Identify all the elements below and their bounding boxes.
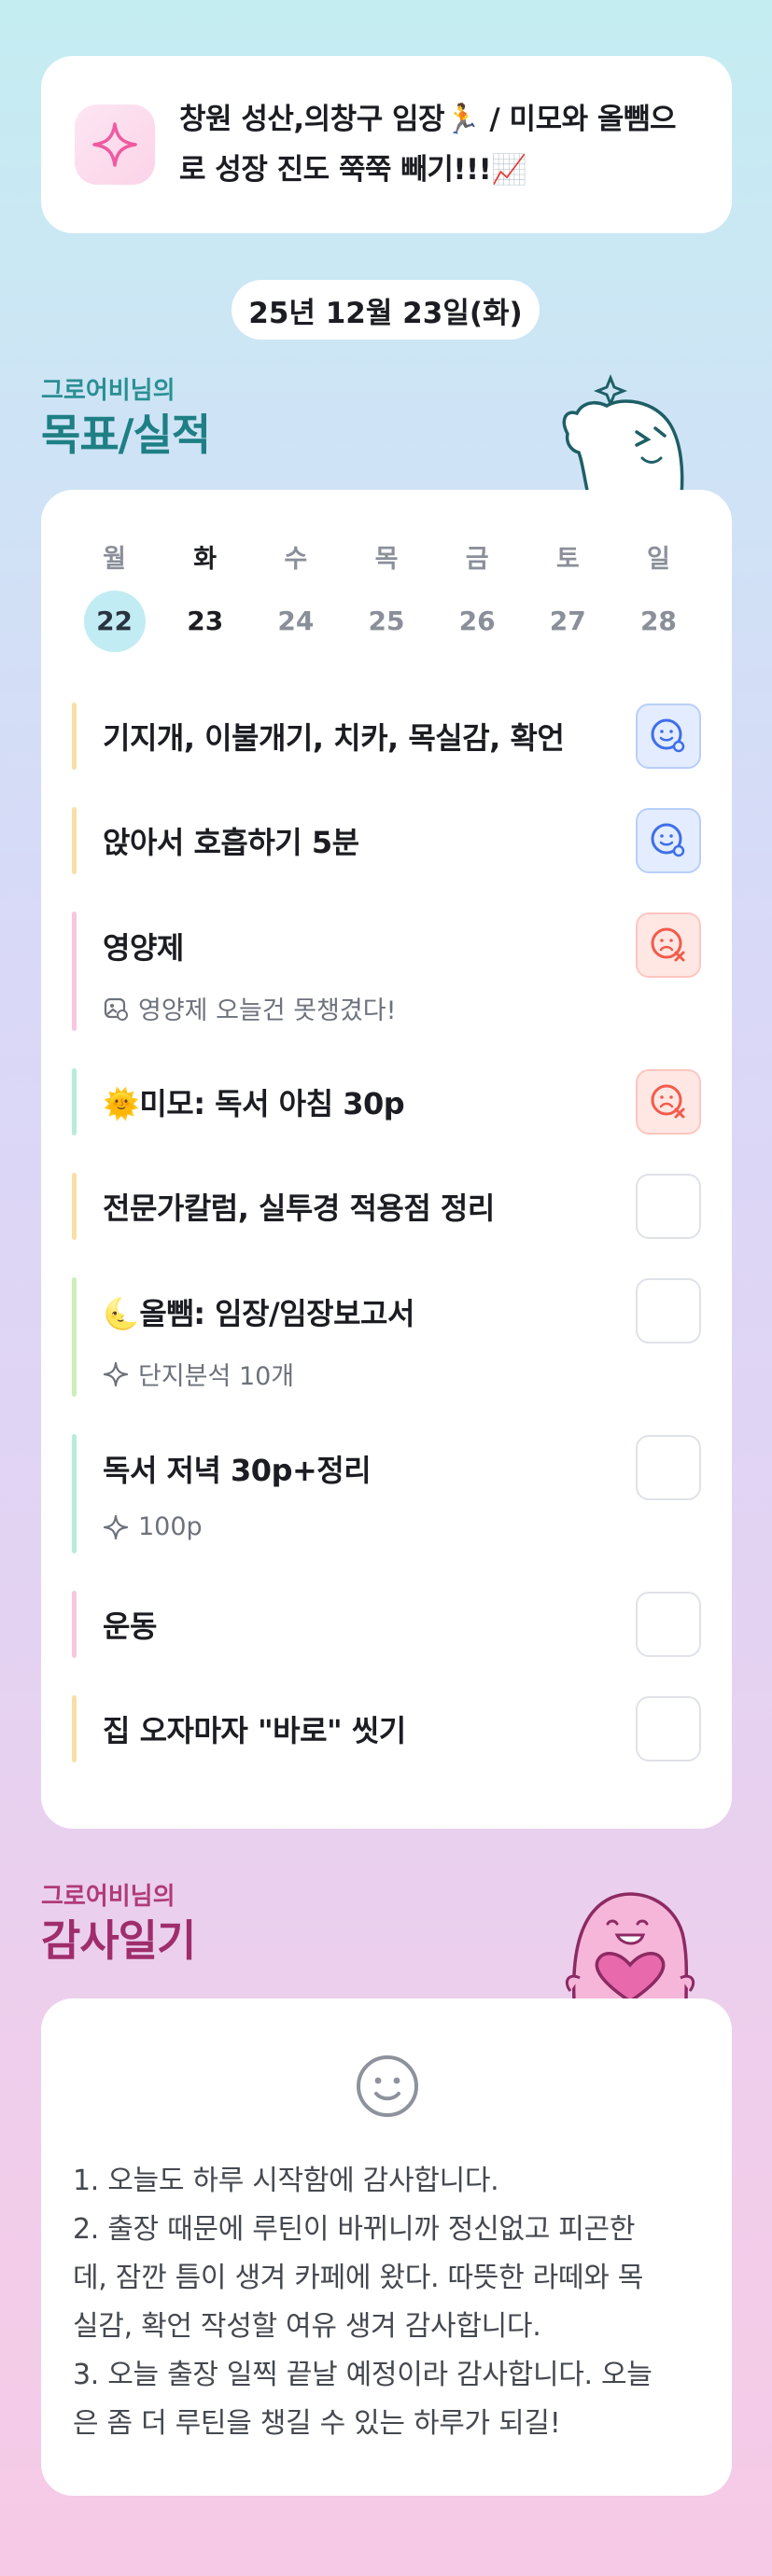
task-name: 🌜올뺌: 임장/임장보고서	[103, 1296, 414, 1331]
task-item[interactable]: 앉아서 호흡하기 5분	[72, 807, 701, 874]
task-note: 단지분석 10개	[103, 1356, 294, 1392]
date-cell[interactable]: 27	[523, 591, 613, 652]
task-color-bar	[72, 1591, 77, 1658]
task-item[interactable]: 집 오자마자 "바로" 씻기	[72, 1695, 701, 1762]
smile-check-icon	[651, 823, 685, 857]
date-cell[interactable]: 22	[69, 591, 160, 652]
task-item[interactable]: 전문가칼럼, 실투경 적용점 정리	[72, 1173, 701, 1240]
sparkle-icon	[75, 104, 155, 185]
sparkle-outline-icon	[103, 1514, 129, 1539]
gratitude-line: 은 좀 더 루틴을 챙길 수 있는 하루가 되길!	[73, 2407, 561, 2440]
status-empty-button[interactable]	[636, 1592, 701, 1657]
task-color-bar	[72, 912, 77, 1031]
gratitude-line: 실감, 확언 작성할 여유 생겨 감사합니다.	[73, 2310, 541, 2343]
task-name: 전문가칼럼, 실투경 적용점 정리	[103, 1191, 495, 1226]
status-empty-button[interactable]	[636, 1696, 701, 1761]
task-item[interactable]: 🌜올뺌: 임장/임장보고서 단지분석 10개	[72, 1277, 701, 1397]
task-color-bar	[72, 1695, 77, 1762]
task-color-bar	[72, 1068, 77, 1135]
weekday-label: 월	[103, 545, 126, 574]
status-empty-button[interactable]	[636, 1278, 701, 1344]
header-card: 창원 성산,의창구 임장🏃 / 미모와 올뺌으 로 성장 진도 쭉쭉 빼기!!!…	[41, 56, 732, 233]
date-label[interactable]: 25년 12월 23일(화)	[232, 280, 540, 340]
date-cell[interactable]: 23	[160, 591, 250, 652]
sparkle-outline-icon	[103, 1361, 129, 1386]
weekday-label: 금	[465, 545, 489, 574]
thanks-section-title: 감사일기	[41, 1915, 196, 1966]
ghost-mascot-icon	[562, 373, 684, 494]
date-cell[interactable]: 24	[250, 591, 341, 652]
status-done-button[interactable]	[636, 703, 701, 769]
task-item[interactable]: 운동	[72, 1591, 701, 1658]
smile-check-icon	[651, 718, 685, 753]
status-failed-button[interactable]	[636, 1069, 701, 1135]
task-item[interactable]: 영양제 영양제 오늘건 못챙겼다!	[72, 912, 701, 1031]
task-note: 100p	[103, 1512, 203, 1541]
status-empty-button[interactable]	[636, 1174, 701, 1239]
task-name: 독서 저녁 30p+정리	[103, 1453, 372, 1488]
heart-ghost-mascot-icon	[565, 1892, 695, 2001]
goals-card: 월 화 수 목 금 토 일 22 23 24 25 26 27 28 기지개, …	[41, 490, 732, 1829]
sad-x-icon	[651, 927, 685, 962]
weekday-label: 수	[284, 545, 308, 574]
weekday-row: 월 화 수 목 금 토 일	[69, 538, 704, 575]
task-color-bar	[72, 1277, 77, 1397]
task-name: 기지개, 이불개기, 치카, 목실감, 확언	[103, 720, 565, 756]
task-color-bar	[72, 703, 77, 770]
task-name: 집 오자마자 "바로" 씻기	[103, 1713, 406, 1748]
gratitude-text: 1. 오늘도 하루 시작함에 감사합니다. 2. 출장 때문에 루틴이 바뀌니까…	[73, 2157, 695, 2448]
task-color-bar	[72, 1434, 77, 1553]
weekday-label: 일	[647, 545, 670, 574]
task-name: 운동	[103, 1608, 157, 1644]
task-color-bar	[72, 807, 77, 874]
date-cell[interactable]: 25	[341, 591, 431, 652]
photo-note-icon	[104, 997, 128, 1021]
weekday-label: 목	[374, 545, 399, 574]
task-item[interactable]: 독서 저녁 30p+정리 100p	[72, 1434, 701, 1553]
resolution-line-1: 창원 성산,의창구 임장🏃 / 미모와 올뺌으	[179, 103, 676, 136]
daily-resolution-text: 창원 성산,의창구 임장🏃 / 미모와 올뺌으 로 성장 진도 쭉쭉 빼기!!!…	[179, 94, 676, 195]
gratitude-line: 데, 잠깐 틈이 생겨 카페에 왔다. 따뜻한 라떼와 목	[73, 2262, 644, 2294]
task-name: 영양제	[103, 930, 184, 966]
gratitude-line: 1. 오늘도 하루 시작함에 감사합니다.	[73, 2165, 499, 2197]
task-name: 앉아서 호흡하기 5분	[103, 825, 359, 860]
smiley-icon[interactable]	[354, 2053, 421, 2120]
status-empty-button[interactable]	[636, 1435, 701, 1500]
sad-x-icon	[651, 1084, 685, 1119]
status-done-button[interactable]	[636, 808, 701, 873]
gratitude-journal-card: 1. 오늘도 하루 시작함에 감사합니다. 2. 출장 때문에 루틴이 바뀌니까…	[41, 1998, 732, 2496]
resolution-line-2: 로 성장 진도 쭉쭉 빼기!!!📈	[179, 153, 527, 187]
status-failed-button[interactable]	[636, 912, 701, 978]
weekday-label: 토	[555, 545, 580, 574]
task-color-bar	[72, 1173, 77, 1240]
goals-section-title: 목표/실적	[41, 410, 211, 460]
gratitude-line: 2. 출장 때문에 루틴이 바뀌니까 정신없고 피곤한	[73, 2213, 636, 2246]
weekday-label: 화	[193, 545, 218, 574]
task-note: 영양제 오늘건 못챙겼다!	[103, 990, 396, 1026]
task-item[interactable]: 기지개, 이불개기, 치카, 목실감, 확언	[72, 703, 701, 770]
task-name: 🌞미모: 독서 아침 30p	[103, 1086, 405, 1121]
date-cell[interactable]: 28	[613, 591, 704, 652]
date-cell[interactable]: 26	[432, 591, 523, 652]
gratitude-line: 3. 오늘 출장 일찍 끝날 예정이라 감사합니다. 오늘	[73, 2359, 653, 2391]
date-row: 22 23 24 25 26 27 28	[69, 591, 704, 652]
task-item[interactable]: 🌞미모: 독서 아침 30p	[72, 1068, 701, 1135]
